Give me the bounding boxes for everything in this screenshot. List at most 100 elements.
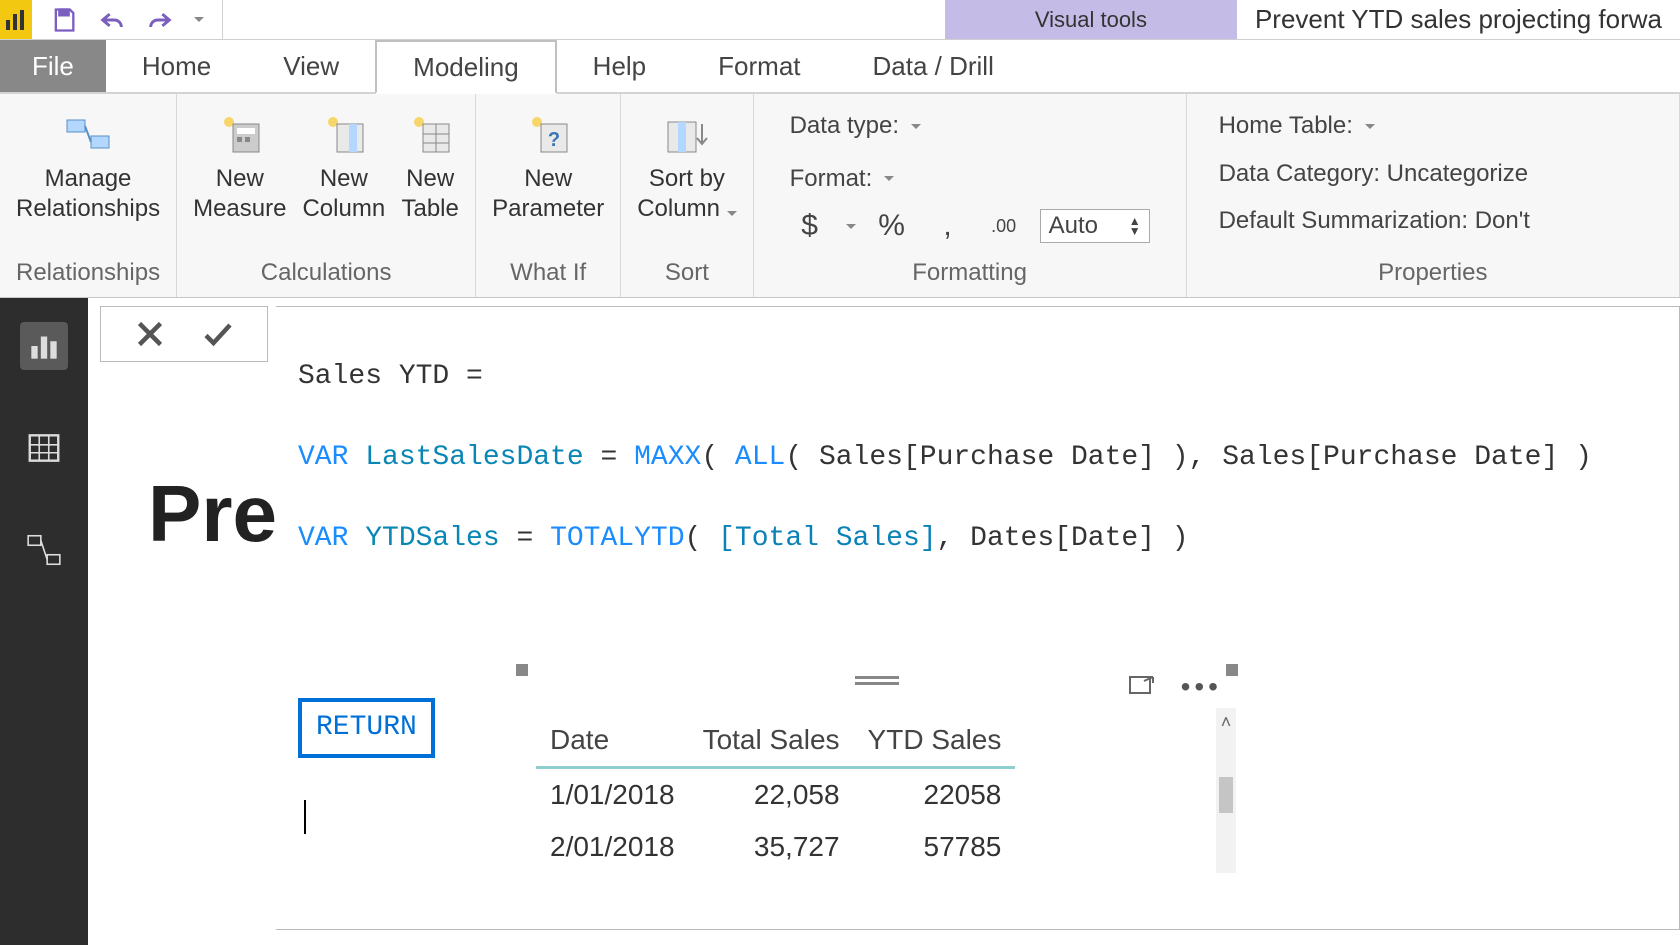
new-table-label-1: New: [406, 164, 454, 194]
undo-icon[interactable]: [92, 0, 132, 40]
new-measure-label-1: New: [216, 164, 264, 194]
group-label-whatif: What If: [510, 253, 586, 297]
manage-relationships-button[interactable]: Manage Relationships: [8, 104, 168, 230]
chevron-down-icon: [911, 124, 921, 129]
new-column-icon: [315, 110, 373, 158]
table-row[interactable]: 1/01/2018 22,058 22058: [536, 768, 1015, 822]
group-label-sort: Sort: [665, 253, 709, 297]
model-view-button[interactable]: [20, 526, 68, 574]
ribbon-group-formatting: Data type: Format: $ % , .00 Auto ▲▼ For…: [754, 94, 1187, 297]
cell-ytd: 22058: [854, 768, 1016, 822]
quick-access-toolbar: [32, 0, 223, 39]
focus-mode-icon[interactable]: [1129, 676, 1157, 698]
col-header-total-sales[interactable]: Total Sales: [689, 718, 854, 768]
decimal-places-value: Auto: [1049, 212, 1098, 240]
cell-ytd: 57785: [854, 821, 1016, 873]
formula-bar-controls: [100, 306, 268, 362]
sort-by-column-button[interactable]: Sort by Column: [629, 104, 744, 230]
svg-text:?: ?: [548, 129, 560, 151]
data-category-label: Data Category: Uncategorize: [1219, 160, 1529, 188]
ribbon-group-whatif: ? New Parameter What If: [476, 94, 621, 297]
home-table-dropdown[interactable]: Home Table:: [1219, 104, 1647, 148]
report-view-button[interactable]: [20, 322, 68, 370]
tab-help[interactable]: Help: [557, 40, 682, 92]
ribbon-tabs: File Home View Modeling Help Format Data…: [0, 40, 1680, 94]
chevron-down-icon: [884, 176, 894, 181]
ribbon-content: Manage Relationships Relationships New M…: [0, 94, 1680, 298]
new-column-label-2: Column: [302, 194, 385, 224]
save-icon[interactable]: [44, 0, 84, 40]
visual-header: •••: [518, 666, 1236, 708]
new-parameter-icon: ?: [519, 110, 577, 158]
cell-total: 35,727: [689, 821, 854, 873]
group-label-formatting: Formatting: [912, 253, 1027, 297]
tab-file[interactable]: File: [0, 40, 106, 92]
group-label-calculations: Calculations: [261, 253, 392, 297]
scroll-thumb[interactable]: [1219, 777, 1233, 813]
new-measure-icon: [211, 110, 269, 158]
cell-date: 1/01/2018: [536, 768, 689, 822]
table-row[interactable]: 2/01/2018 35,727 57785: [536, 821, 1015, 873]
qat-customize-dropdown[interactable]: [188, 0, 210, 40]
currency-format-button[interactable]: $: [790, 209, 830, 243]
drag-grip-icon[interactable]: [855, 676, 899, 686]
redo-icon[interactable]: [140, 0, 180, 40]
ribbon-group-sort: Sort by Column Sort: [621, 94, 753, 297]
tab-data-drill[interactable]: Data / Drill: [837, 40, 1030, 92]
chevron-down-icon: [727, 211, 737, 216]
decimal-places-icon: .00: [984, 216, 1024, 237]
ribbon-group-properties: Home Table: Data Category: Uncategorize …: [1187, 94, 1680, 297]
tab-home[interactable]: Home: [106, 40, 247, 92]
relationships-icon: [59, 110, 117, 158]
data-type-label: Data type:: [790, 112, 899, 140]
report-canvas[interactable]: Prev Sales YTD = VAR LastSalesDate = MAX…: [88, 298, 1680, 945]
sort-by-column-label-1: Sort by: [649, 164, 725, 194]
home-table-label: Home Table:: [1219, 112, 1353, 140]
chevron-down-icon[interactable]: [846, 224, 856, 229]
new-table-icon: [401, 110, 459, 158]
data-type-dropdown[interactable]: Data type:: [790, 104, 1150, 148]
new-table-button[interactable]: New Table: [393, 104, 467, 230]
intellisense-suggestion[interactable]: RETURN: [298, 698, 435, 758]
visual-tools-context-tab[interactable]: Visual tools: [945, 0, 1237, 39]
more-options-icon[interactable]: •••: [1181, 671, 1222, 703]
tab-modeling[interactable]: Modeling: [375, 40, 557, 94]
chevron-down-icon: [1365, 124, 1375, 129]
group-label-relationships: Relationships: [16, 253, 160, 297]
text-cursor: [304, 800, 306, 834]
col-header-ytd-sales[interactable]: YTD Sales: [854, 718, 1016, 768]
table-header-row: Date Total Sales YTD Sales: [536, 718, 1015, 768]
col-header-date[interactable]: Date: [536, 718, 689, 768]
manage-relationships-label-1: Manage: [45, 164, 132, 194]
cell-total: 22,058: [689, 768, 854, 822]
new-parameter-label-2: Parameter: [492, 194, 604, 224]
new-column-button[interactable]: New Column: [294, 104, 393, 230]
commit-icon[interactable]: [200, 316, 236, 352]
data-view-button[interactable]: [20, 424, 68, 472]
new-parameter-button[interactable]: ? New Parameter: [484, 104, 612, 230]
default-summarization-dropdown[interactable]: Default Summarization: Don't: [1219, 199, 1647, 243]
sort-icon: [658, 110, 716, 158]
ribbon-group-relationships: Manage Relationships Relationships: [0, 94, 177, 297]
left-view-nav: [0, 298, 88, 945]
app-logo: [0, 0, 32, 39]
table-visual[interactable]: ••• ˄ Date Total Sales YTD Sales: [518, 666, 1236, 873]
document-title: Prevent YTD sales projecting forwa: [1237, 0, 1680, 39]
new-measure-button[interactable]: New Measure: [185, 104, 294, 230]
new-table-label-2: Table: [401, 194, 458, 224]
vertical-scrollbar[interactable]: ˄: [1216, 708, 1236, 873]
default-summarization-label: Default Summarization: Don't: [1219, 207, 1530, 235]
tab-format[interactable]: Format: [682, 40, 836, 92]
sort-by-column-label-2: Column: [637, 195, 720, 222]
thousands-separator-button[interactable]: ,: [928, 209, 968, 243]
format-dropdown[interactable]: Format:: [790, 157, 1150, 201]
new-measure-label-2: Measure: [193, 194, 286, 224]
main-area: Prev Sales YTD = VAR LastSalesDate = MAX…: [0, 298, 1680, 945]
percent-format-button[interactable]: %: [872, 209, 912, 243]
manage-relationships-label-2: Relationships: [16, 194, 160, 224]
decimal-places-spinner[interactable]: Auto ▲▼: [1040, 209, 1150, 243]
tab-view[interactable]: View: [247, 40, 375, 92]
data-category-dropdown[interactable]: Data Category: Uncategorize: [1219, 152, 1647, 196]
cancel-icon[interactable]: [132, 316, 168, 352]
scroll-up-arrow[interactable]: ˄: [1217, 708, 1236, 737]
